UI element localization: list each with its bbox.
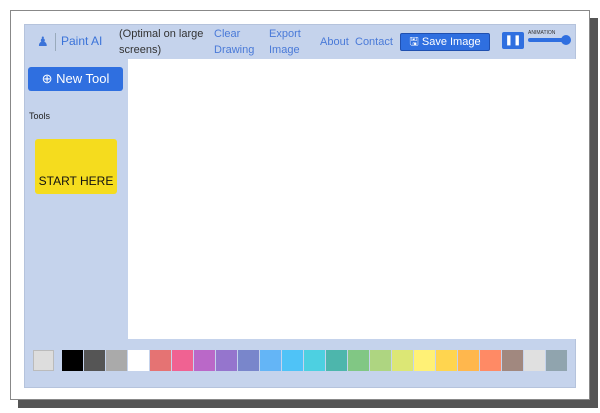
color-swatch[interactable] xyxy=(282,350,303,371)
color-swatch[interactable] xyxy=(84,350,105,371)
header: ♟ Paint AI (Optimal on large screens) Cl… xyxy=(25,25,575,59)
swatch-list xyxy=(62,350,568,371)
color-swatch[interactable] xyxy=(62,350,83,371)
color-swatch[interactable] xyxy=(326,350,347,371)
animation-label: ANIMATION xyxy=(528,30,556,36)
drawing-canvas[interactable] xyxy=(128,59,576,339)
animation-slider[interactable] xyxy=(528,35,571,45)
start-here-tool[interactable]: START HERE xyxy=(35,139,117,194)
color-swatch[interactable] xyxy=(370,350,391,371)
color-swatch[interactable] xyxy=(216,350,237,371)
brand-name[interactable]: Paint AI xyxy=(61,34,102,48)
color-palette xyxy=(25,339,575,387)
color-swatch[interactable] xyxy=(348,350,369,371)
color-swatch[interactable] xyxy=(194,350,215,371)
new-tool-button[interactable]: ⊕ New Tool xyxy=(28,67,123,91)
color-swatch[interactable] xyxy=(524,350,545,371)
color-swatch[interactable] xyxy=(238,350,259,371)
floppy-icon: 🖫 xyxy=(409,36,419,48)
paint-app: ♟ Paint AI (Optimal on large screens) Cl… xyxy=(24,24,576,388)
color-swatch[interactable] xyxy=(546,350,567,371)
color-swatch[interactable] xyxy=(458,350,479,371)
color-swatch[interactable] xyxy=(436,350,457,371)
color-swatch[interactable] xyxy=(106,350,127,371)
color-swatch[interactable] xyxy=(392,350,413,371)
tools-label: Tools xyxy=(29,111,51,121)
plus-circle-icon: ⊕ xyxy=(41,71,53,86)
save-image-button[interactable]: 🖫 Save Image xyxy=(400,33,490,51)
contact-link[interactable]: Contact xyxy=(355,34,393,50)
color-swatch[interactable] xyxy=(128,350,149,371)
slider-knob[interactable] xyxy=(561,35,571,45)
color-swatch[interactable] xyxy=(150,350,171,371)
divider xyxy=(55,33,56,51)
about-link[interactable]: About xyxy=(320,34,349,50)
color-swatch[interactable] xyxy=(260,350,281,371)
clear-drawing-link[interactable]: Clear Drawing xyxy=(214,26,259,58)
pause-button[interactable]: ❚❚ xyxy=(502,32,524,49)
current-color xyxy=(33,350,54,371)
logo-icon: ♟ xyxy=(37,34,49,49)
color-swatch[interactable] xyxy=(414,350,435,371)
optimal-note: (Optimal on large screens) xyxy=(119,28,204,56)
color-swatch[interactable] xyxy=(480,350,501,371)
color-swatch[interactable] xyxy=(502,350,523,371)
export-image-link[interactable]: Export Image xyxy=(269,26,309,58)
color-swatch[interactable] xyxy=(172,350,193,371)
sidebar: ⊕ New Tool Tools START HERE xyxy=(25,59,127,339)
pause-icon: ❚❚ xyxy=(504,35,522,46)
color-swatch[interactable] xyxy=(304,350,325,371)
